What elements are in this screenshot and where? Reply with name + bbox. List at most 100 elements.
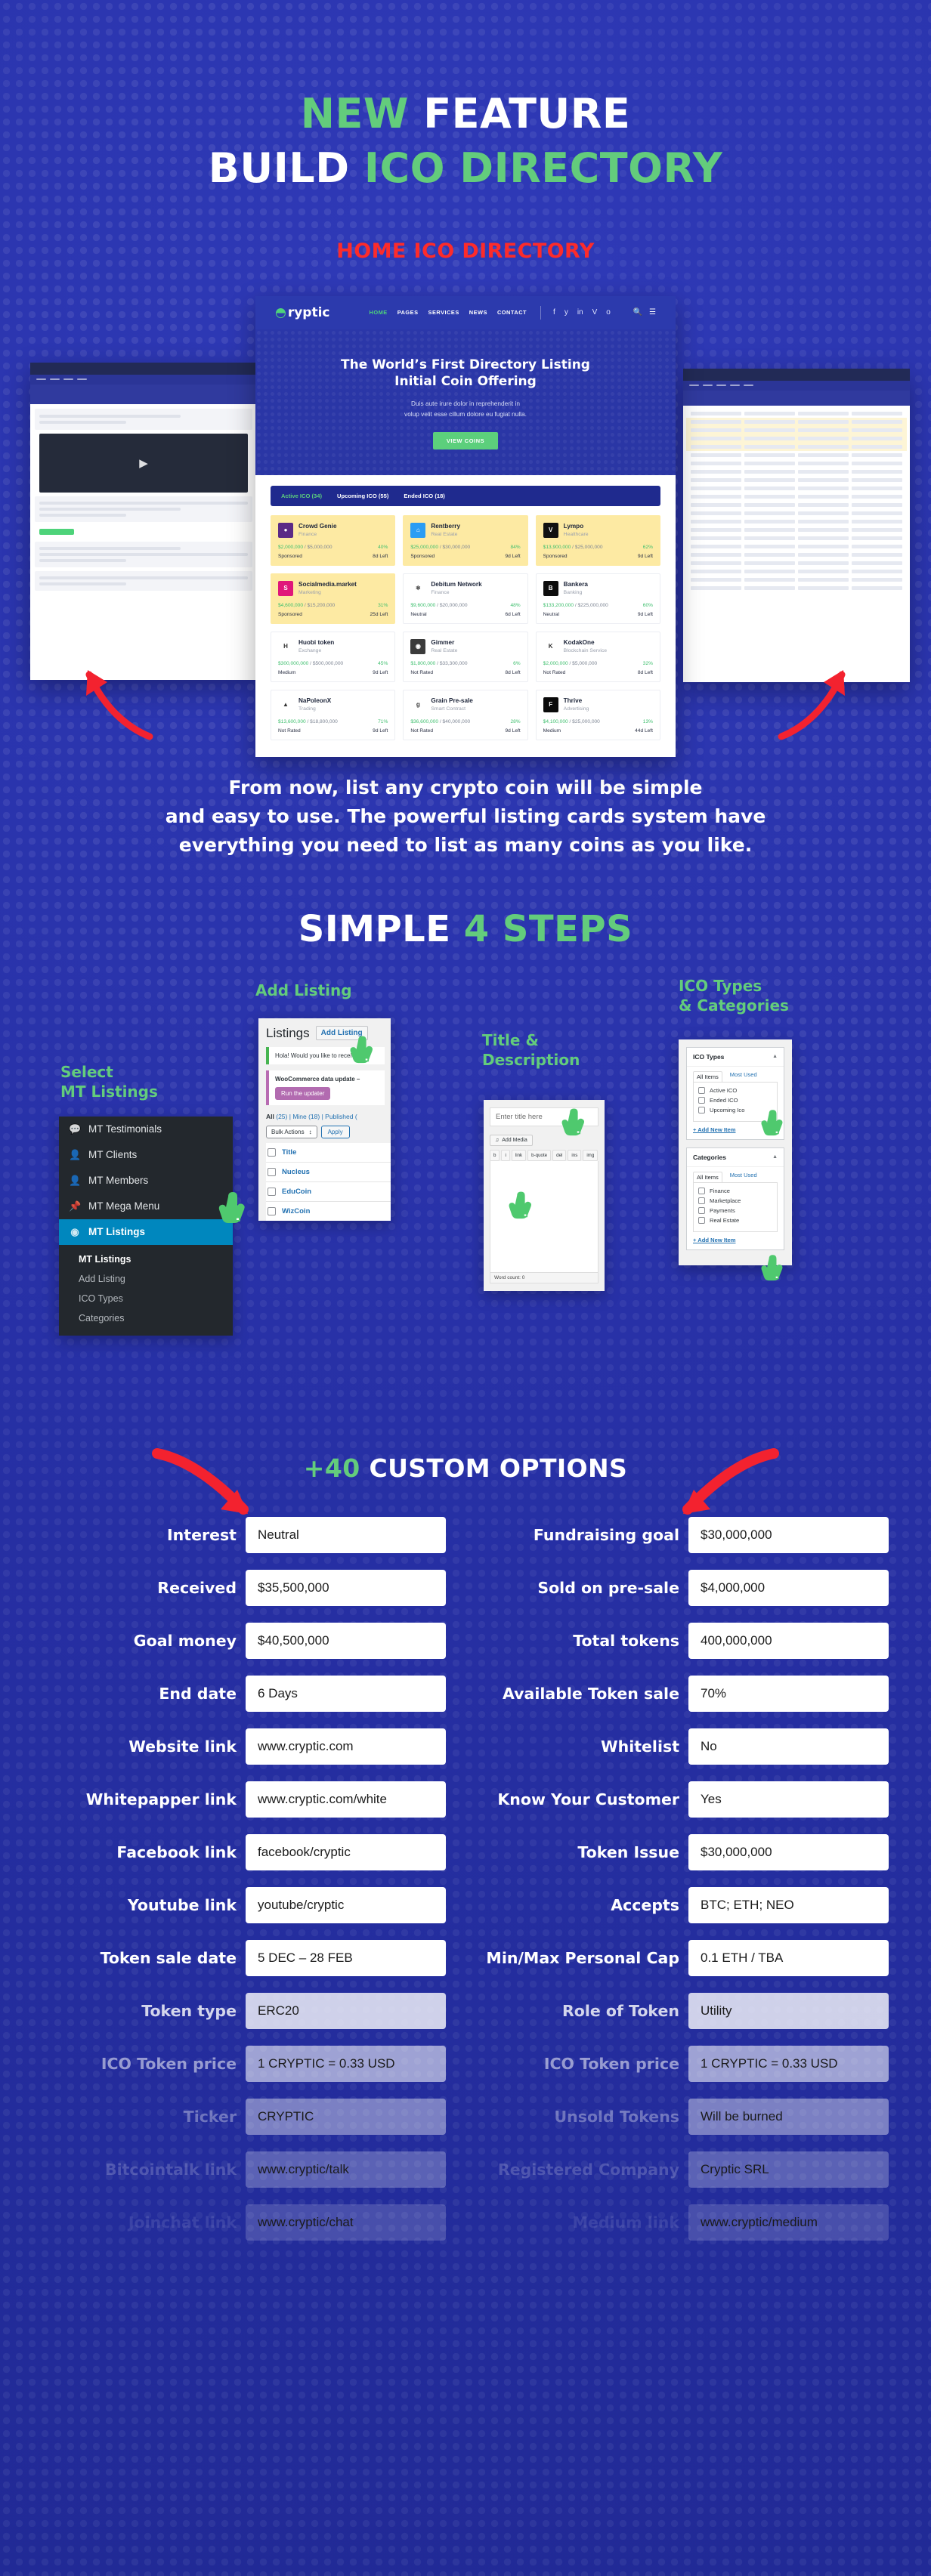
collapse-toggle-icon[interactable]: ▲ [772,1154,778,1160]
option-input[interactable]: $30,000,000 [688,1833,889,1870]
option-input[interactable]: facebook/cryptic [246,1833,446,1870]
option-input[interactable]: youtube/cryptic [246,1886,446,1923]
social-links[interactable]: f y in V o [553,308,611,317]
option-input[interactable]: www.cryptic.com/white [246,1781,446,1818]
mockup-nav-links[interactable]: HOME PAGES SERVICES NEWS CONTACT [370,309,527,316]
wp-admin-sidebar[interactable]: 💬 MT Testimonials 👤 MT Clients 👤 MT Memb… [59,1116,233,1336]
hamburger-menu-icon[interactable]: ☰ [649,308,656,317]
table-row[interactable]: WizCoin [266,1200,391,1221]
linkedin-icon[interactable]: in [577,308,583,317]
submenu-ico-types[interactable]: ICO Types [59,1289,233,1308]
checkbox[interactable] [698,1106,705,1113]
row-title-wizcoin[interactable]: WizCoin [282,1207,310,1215]
option-input[interactable]: $4,000,000 [688,1569,889,1606]
checkbox-row-ended-ico[interactable]: Ended ICO [698,1096,772,1104]
checkbox[interactable] [698,1216,705,1224]
bquote-button[interactable]: b-quote [527,1149,552,1161]
checkbox-row-active-ico[interactable]: Active ICO [698,1086,772,1094]
option-input[interactable]: 6 Days [246,1675,446,1712]
tab-all-items[interactable]: All Items [693,1171,722,1182]
checkbox[interactable] [698,1086,705,1094]
link-button[interactable]: link [511,1149,527,1161]
sidebar-item-mt-members[interactable]: 👤 MT Members [59,1168,233,1194]
ico-card[interactable]: g Grain Pre-sale Smart Contract $36,600,000… [403,689,528,740]
row-checkbox[interactable] [268,1206,276,1215]
ico-card[interactable]: V Lympo Healthcare $13,900,000 / $25,000,00… [535,514,660,566]
tab-all-items[interactable]: All Items [693,1070,722,1082]
view-coins-button[interactable]: VIEW COINS [432,431,499,449]
ico-card[interactable]: ▲ NaPoleonX Trading $13,600,000 / $18,800,0… [271,689,396,740]
bold-button[interactable]: b [490,1149,500,1161]
sidebar-item-mt-listings[interactable]: ◉ MT Listings [59,1219,233,1245]
tab-upcoming-ico[interactable]: Upcoming ICO (55) [337,493,388,499]
add-media-button[interactable]: ♫ Add Media [490,1134,533,1146]
sidebar-item-mt-testimonials[interactable]: 💬 MT Testimonials [59,1117,233,1142]
option-input[interactable]: Cryptic SRL [688,2151,889,2188]
option-input[interactable]: $40,500,000 [246,1622,446,1659]
sidebar-item-mt-mega-menu[interactable]: 📌 MT Mega Menu [59,1194,233,1219]
checkbox[interactable] [698,1096,705,1104]
ico-card[interactable]: ◉ Gimmer Real Estate $1,800,000 / $33,300,0… [403,631,528,682]
option-input[interactable]: 5 DEC – 28 FEB [246,1939,446,1976]
ico-card[interactable]: H Huobi token Exchange $300,000,000 / $500,… [271,631,396,682]
filter-all[interactable]: All [266,1113,274,1120]
instagram-icon[interactable]: o [606,308,611,317]
option-input[interactable]: No [688,1728,889,1765]
run-the-updater-button[interactable]: Run the updater [275,1086,331,1100]
checkbox[interactable] [698,1206,705,1214]
option-input[interactable]: BTC; ETH; NEO [688,1886,889,1923]
checkbox[interactable] [698,1197,705,1204]
ico-card[interactable]: ⚛ Debitum Network Finance $9,600,000 / $20,… [403,573,528,624]
listings-status-filters[interactable]: All (25) | Mine (18) | Published ( [266,1113,391,1120]
tab-active-ico[interactable]: Active ICO (34) [281,493,322,499]
option-input[interactable]: www.cryptic/chat [246,2204,446,2241]
nav-home[interactable]: HOME [370,309,388,316]
option-input[interactable]: Utility [688,1992,889,2029]
row-title-nucleus[interactable]: Nucleus [282,1168,310,1176]
option-input[interactable]: Will be burned [688,2098,889,2135]
checkbox-row-real-estate[interactable]: Real Estate [698,1216,772,1224]
nav-pages[interactable]: PAGES [397,309,419,316]
facebook-icon[interactable]: f [553,308,555,317]
nav-contact[interactable]: CONTACT [497,309,527,316]
row-checkbox[interactable] [268,1167,276,1176]
checkbox-row-finance[interactable]: Finance [698,1187,772,1194]
option-input[interactable]: www.cryptic/talk [246,2151,446,2188]
option-input[interactable]: CRYPTIC [246,2098,446,2135]
checkbox-row-payments[interactable]: Payments [698,1206,772,1214]
option-input[interactable]: 0.1 ETH / TBA [688,1939,889,1976]
taxonomy-panel[interactable]: ICO Types ▲ All Items Most Used Active I… [679,1039,792,1265]
tab-most-used[interactable]: Most Used [730,1071,757,1082]
collapse-toggle-icon[interactable]: ▲ [772,1054,778,1059]
ico-card[interactable]: K KodakOne Blockchain Service $2,000,000 / … [535,631,660,682]
option-input[interactable]: Neutral [246,1516,446,1553]
filter-published[interactable]: Published ( [325,1113,357,1120]
checkbox-row-marketplace[interactable]: Marketplace [698,1197,772,1204]
editor-textarea[interactable] [490,1160,598,1273]
nav-services[interactable]: SERVICES [428,309,459,316]
option-input[interactable]: 1 CRYPTIC = 0.33 USD [688,2045,889,2082]
vimeo-icon[interactable]: V [592,308,598,317]
bulk-actions-select[interactable]: Bulk Actions ↕ [266,1125,317,1138]
table-row[interactable]: EduCoin [266,1181,391,1201]
ico-card[interactable]: B Bankera Banking $133,200,000 / $225,000,0… [535,573,660,624]
submenu-mt-listings[interactable]: MT Listings [59,1249,233,1269]
sidebar-item-mt-clients[interactable]: 👤 MT Clients [59,1142,233,1168]
option-input[interactable]: Yes [688,1781,889,1818]
editor-toolbar[interactable]: b i link b-quote del ins img [490,1149,598,1161]
ins-button[interactable]: ins [568,1149,582,1161]
del-button[interactable]: del [552,1149,567,1161]
img-button[interactable]: img [583,1149,598,1161]
add-new-category-link[interactable]: + Add New Item [687,1232,784,1249]
ico-card[interactable]: F Thrive Advertising $4,100,000 / $25,000,0… [535,689,660,740]
ico-filter-tabs[interactable]: Active ICO (34) Upcoming ICO (55) Ended … [271,485,660,506]
submenu-categories[interactable]: Categories [59,1308,233,1328]
option-input[interactable]: www.cryptic/medium [688,2204,889,2241]
submenu-add-listing[interactable]: Add Listing [59,1269,233,1289]
option-input[interactable]: 1 CRYPTIC = 0.33 USD [246,2045,446,2082]
select-all-checkbox[interactable] [268,1147,276,1157]
checkbox[interactable] [698,1187,705,1194]
row-title-educoin[interactable]: EduCoin [282,1188,311,1196]
search-icon[interactable]: 🔍 [633,308,642,317]
table-row[interactable]: Nucleus [266,1161,391,1181]
